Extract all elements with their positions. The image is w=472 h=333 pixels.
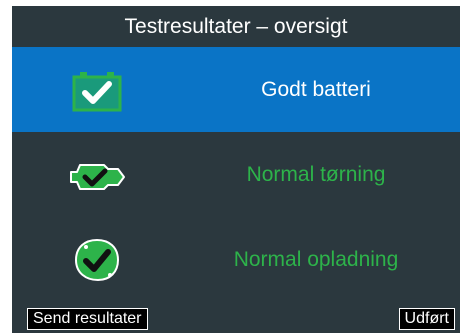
result-label-charging: Normal opladning xyxy=(233,247,399,271)
result-row-charging[interactable]: Normal opladning xyxy=(12,217,460,302)
starter-motor-check-icon xyxy=(70,164,125,190)
softkey-bar: Send resultater Udført xyxy=(12,303,460,333)
result-label-cranking: Normal tørning xyxy=(246,162,386,186)
page-title: Testresultater – oversigt xyxy=(124,14,348,38)
result-label-battery: Godt batteri xyxy=(261,77,371,101)
page-title-bar: Testresultater – oversigt xyxy=(12,6,460,47)
battery-check-icon xyxy=(72,72,122,112)
done-button[interactable]: Udført xyxy=(398,308,455,330)
result-row-battery[interactable]: Godt batteri xyxy=(12,47,460,132)
results-list: Godt batteri Normal tørning Normal oplad… xyxy=(12,47,460,303)
result-row-cranking[interactable]: Normal tørning xyxy=(12,132,460,217)
send-results-button[interactable]: Send resultater xyxy=(27,308,148,330)
alternator-check-icon xyxy=(74,238,120,282)
test-results-screen: Testresultater – oversigt Godt batteri N… xyxy=(0,0,472,333)
